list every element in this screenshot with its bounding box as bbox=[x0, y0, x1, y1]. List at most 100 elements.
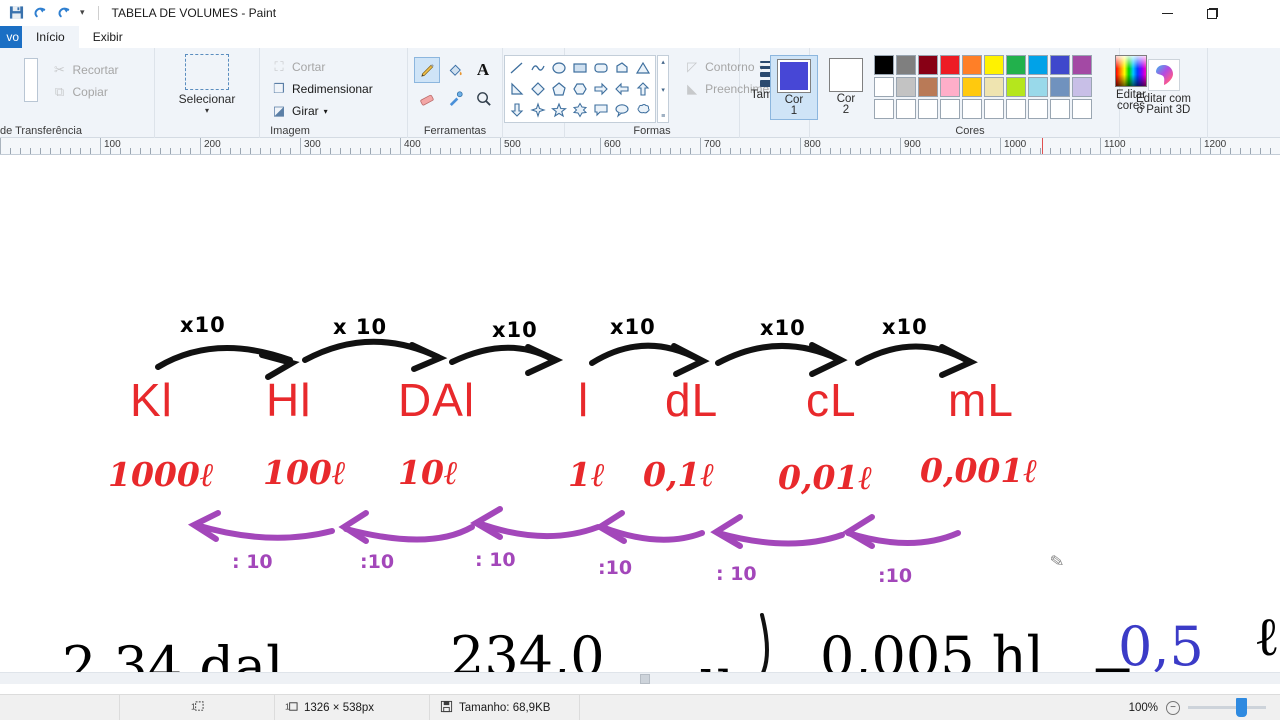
palette-swatch-2-3[interactable] bbox=[918, 77, 938, 97]
palette-swatch-2-4[interactable] bbox=[940, 77, 960, 97]
shape-rounded-rect-icon[interactable] bbox=[591, 58, 611, 78]
palette-swatch-2-5[interactable] bbox=[962, 77, 982, 97]
palette-swatch-1-2[interactable] bbox=[896, 55, 916, 75]
fill-bucket-icon[interactable] bbox=[442, 57, 468, 83]
color-picker-icon[interactable] bbox=[442, 85, 468, 111]
palette-swatch-1-9[interactable] bbox=[1050, 55, 1070, 75]
restore-button[interactable] bbox=[1190, 0, 1235, 26]
shapes-expand-icon[interactable]: ≡ bbox=[661, 113, 665, 120]
ruler-tick bbox=[980, 148, 981, 154]
crop-button[interactable]: ⛶ Cortar bbox=[266, 57, 378, 77]
zoom-slider-thumb[interactable] bbox=[1236, 698, 1247, 717]
palette-swatch-3-3[interactable] bbox=[918, 99, 938, 119]
palette-swatch-2-10[interactable] bbox=[1072, 77, 1092, 97]
palette-swatch-3-9[interactable] bbox=[1050, 99, 1070, 119]
shape-up-arrow-icon[interactable] bbox=[633, 79, 653, 99]
shapes-scroll-down-icon[interactable]: ▾ bbox=[661, 86, 665, 94]
select-icon[interactable] bbox=[184, 54, 229, 90]
equation-text: 2,34 dal bbox=[62, 635, 284, 672]
shape-right-arrow-icon[interactable] bbox=[591, 79, 611, 99]
palette-swatch-3-5[interactable] bbox=[962, 99, 982, 119]
palette-swatch-3-4[interactable] bbox=[940, 99, 960, 119]
palette-swatch-1-7[interactable] bbox=[1006, 55, 1026, 75]
shape-five-point-star-icon[interactable] bbox=[549, 100, 569, 120]
tab-inicio[interactable]: Início bbox=[22, 26, 79, 48]
zoom-slider[interactable] bbox=[1188, 698, 1266, 717]
shapes-scroll-up-icon[interactable]: ▴ bbox=[661, 58, 665, 66]
horizontal-scroll-thumb[interactable] bbox=[640, 674, 650, 684]
resize-button[interactable]: ❐ Redimensionar bbox=[266, 79, 378, 99]
ruler-tick bbox=[300, 138, 301, 154]
copy-button[interactable]: ⧉ Copiar bbox=[46, 82, 123, 102]
palette-swatch-3-10[interactable] bbox=[1072, 99, 1092, 119]
pencil-icon[interactable] bbox=[414, 57, 440, 83]
zoom-out-button[interactable]: − bbox=[1166, 700, 1180, 715]
ruler-tick bbox=[1240, 148, 1241, 154]
palette-swatch-3-6[interactable] bbox=[984, 99, 1004, 119]
shape-left-arrow-icon[interactable] bbox=[612, 79, 632, 99]
group-paint3d[interactable]: Editar com o Paint 3D bbox=[1120, 48, 1208, 138]
palette-swatch-3-8[interactable] bbox=[1028, 99, 1048, 119]
text-icon[interactable]: A bbox=[470, 57, 496, 83]
canvas-sheet[interactable]: Kl Hl DAl l dL cL mL x10 x 10 x10 x10 x10 x10 1000ℓ… bbox=[0, 155, 1280, 672]
ruler-tick bbox=[630, 148, 631, 154]
shape-rectangle-icon[interactable] bbox=[570, 58, 590, 78]
undo-icon[interactable] bbox=[32, 4, 49, 21]
palette-swatch-1-4[interactable] bbox=[940, 55, 960, 75]
shape-rounded-callout-icon[interactable] bbox=[591, 100, 611, 120]
shape-six-point-star-icon[interactable] bbox=[570, 100, 590, 120]
shape-four-point-star-icon[interactable] bbox=[528, 100, 548, 120]
shape-right-triangle-icon[interactable] bbox=[507, 79, 527, 99]
color2-button[interactable]: Cor 2 bbox=[822, 55, 870, 118]
shape-oval-callout-icon[interactable] bbox=[612, 100, 632, 120]
palette-swatch-3-1[interactable] bbox=[874, 99, 894, 119]
tab-exibir[interactable]: Exibir bbox=[79, 26, 137, 48]
shape-down-arrow-icon[interactable] bbox=[507, 100, 527, 120]
shape-diamond-icon[interactable] bbox=[528, 79, 548, 99]
color-palette[interactable] bbox=[874, 55, 1093, 120]
palette-swatch-1-10[interactable] bbox=[1072, 55, 1092, 75]
palette-swatch-1-3[interactable] bbox=[918, 55, 938, 75]
shape-cloud-callout-icon[interactable] bbox=[633, 100, 653, 120]
canvas-area[interactable]: Kl Hl DAl l dL cL mL x10 x 10 x10 x10 x10 x10 1000ℓ… bbox=[0, 155, 1280, 672]
palette-swatch-3-7[interactable] bbox=[1006, 99, 1026, 119]
shapes-gallery[interactable] bbox=[504, 55, 657, 123]
ruler-tick bbox=[350, 148, 351, 154]
shapes-scroll[interactable]: ▴ ▾ ≡ bbox=[657, 55, 670, 123]
palette-swatch-2-7[interactable] bbox=[1006, 77, 1026, 97]
ruler-tick bbox=[1250, 148, 1251, 154]
palette-swatch-2-8[interactable] bbox=[1028, 77, 1048, 97]
palette-swatch-3-2[interactable] bbox=[896, 99, 916, 119]
palette-swatch-2-6[interactable] bbox=[984, 77, 1004, 97]
minimize-button[interactable] bbox=[1145, 0, 1190, 26]
palette-swatch-1-8[interactable] bbox=[1028, 55, 1048, 75]
cut-button[interactable]: ✂ Recortar bbox=[46, 60, 123, 80]
shape-hexagon-icon[interactable] bbox=[570, 79, 590, 99]
rotate-button[interactable]: ◪ Girar ▾ bbox=[266, 101, 378, 121]
close-button[interactable] bbox=[1235, 0, 1280, 26]
unit-label: cL bbox=[806, 374, 857, 426]
palette-swatch-2-1[interactable] bbox=[874, 77, 894, 97]
shape-line-icon[interactable] bbox=[507, 58, 527, 78]
shape-curve-icon[interactable] bbox=[528, 58, 548, 78]
save-icon[interactable] bbox=[8, 4, 25, 21]
eraser-icon[interactable] bbox=[414, 85, 440, 111]
palette-swatch-1-1[interactable] bbox=[874, 55, 894, 75]
shape-ellipse-icon[interactable] bbox=[549, 58, 569, 78]
select-caret-icon[interactable]: ▾ bbox=[205, 106, 209, 115]
paste-button[interactable] bbox=[24, 58, 39, 102]
horizontal-scrollbar[interactable] bbox=[0, 672, 1280, 684]
palette-swatch-1-6[interactable] bbox=[984, 55, 1004, 75]
palette-swatch-2-2[interactable] bbox=[896, 77, 916, 97]
palette-swatch-1-5[interactable] bbox=[962, 55, 982, 75]
rotate-caret-icon[interactable]: ▾ bbox=[324, 107, 328, 116]
color1-button[interactable]: Cor 1 bbox=[770, 55, 818, 121]
shape-triangle-icon[interactable] bbox=[633, 58, 653, 78]
shape-pentagon-icon[interactable] bbox=[549, 79, 569, 99]
palette-swatch-2-9[interactable] bbox=[1050, 77, 1070, 97]
tab-file[interactable]: vo bbox=[0, 26, 22, 48]
magnifier-icon[interactable] bbox=[470, 85, 496, 111]
redo-icon[interactable] bbox=[56, 4, 73, 21]
shape-polygon-icon[interactable] bbox=[612, 58, 632, 78]
customize-qat-icon[interactable]: ▾ bbox=[80, 7, 85, 18]
